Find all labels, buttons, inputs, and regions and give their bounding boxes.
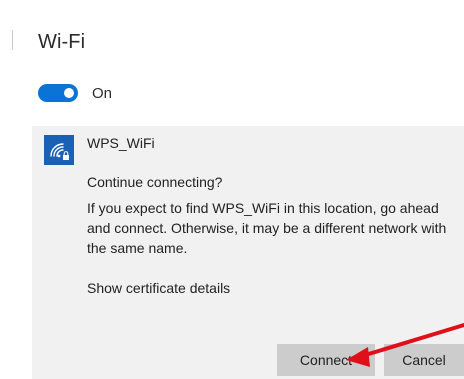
warning-message: If you expect to find WPS_WiFi in this l… [87, 200, 447, 256]
toggle-knob [64, 88, 74, 98]
wifi-toggle[interactable] [38, 84, 78, 102]
page-title: Wi-Fi [38, 31, 86, 53]
network-name: WPS_WiFi [87, 135, 155, 151]
wifi-toggle-row: On [38, 84, 112, 102]
show-certificate-link[interactable]: Show certificate details [87, 280, 230, 296]
red-arrow-icon [346, 323, 464, 367]
wifi-secure-icon [44, 135, 74, 165]
toggle-state-label: On [92, 84, 113, 102]
left-accent-bar [12, 30, 13, 50]
connect-prompt: Continue connecting? [87, 174, 223, 190]
